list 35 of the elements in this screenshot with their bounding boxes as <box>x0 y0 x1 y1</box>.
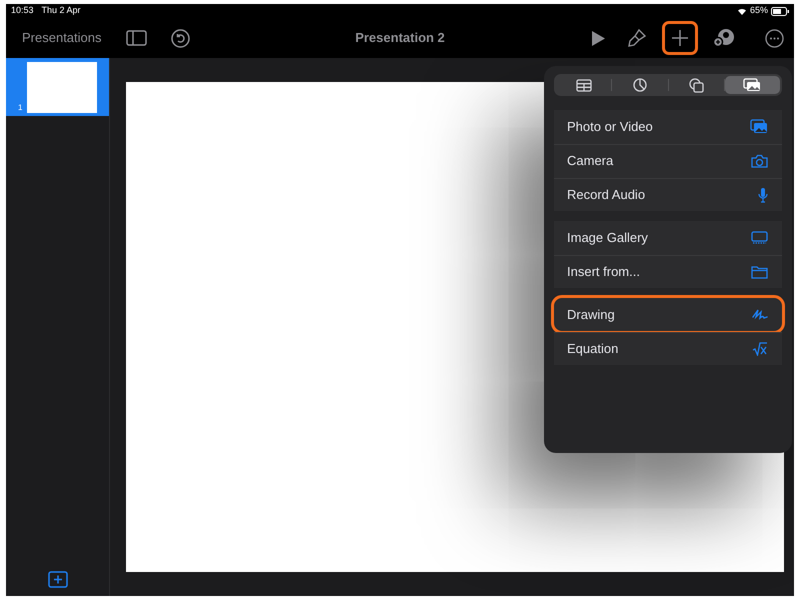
camera-icon <box>751 154 768 168</box>
status-time: 10:53 <box>11 4 34 18</box>
back-button[interactable]: Presentations <box>22 28 102 48</box>
microphone-icon <box>758 187 768 203</box>
table-icon <box>576 78 592 92</box>
sidebar-toggle-icon[interactable] <box>126 30 146 46</box>
status-date: Thu 2 Apr <box>42 4 81 18</box>
folder-icon <box>751 265 768 279</box>
battery-percent: 65% <box>750 4 768 18</box>
document-title: Presentation 2 <box>355 29 445 48</box>
slide-preview <box>27 62 97 112</box>
gallery-icon <box>751 231 768 244</box>
scribble-icon <box>752 308 768 321</box>
add-button[interactable] <box>662 21 698 55</box>
slide-thumbnail[interactable]: 1 <box>6 58 109 116</box>
plus-icon <box>671 29 689 47</box>
photos-icon <box>743 78 762 92</box>
battery-icon <box>771 6 789 16</box>
undo-icon[interactable] <box>170 28 190 48</box>
menu-item[interactable]: Insert from... <box>554 255 782 288</box>
more-icon[interactable] <box>765 28 784 48</box>
square-root-icon <box>752 342 768 356</box>
collaborate-icon[interactable] <box>713 28 735 48</box>
photos-icon <box>750 119 768 134</box>
wifi-icon <box>736 7 747 15</box>
add-slide-icon[interactable] <box>48 571 68 588</box>
menu-item[interactable]: Record Audio <box>554 178 782 211</box>
insert-tab[interactable] <box>724 76 780 94</box>
menu-item[interactable]: Drawing <box>554 298 782 331</box>
play-icon[interactable] <box>591 30 605 46</box>
menu-item[interactable]: Equation <box>554 332 782 365</box>
shapes-icon <box>688 78 704 92</box>
slide-number: 1 <box>18 102 22 114</box>
paintbrush-icon[interactable] <box>627 28 647 48</box>
pie-chart-icon <box>632 78 647 92</box>
